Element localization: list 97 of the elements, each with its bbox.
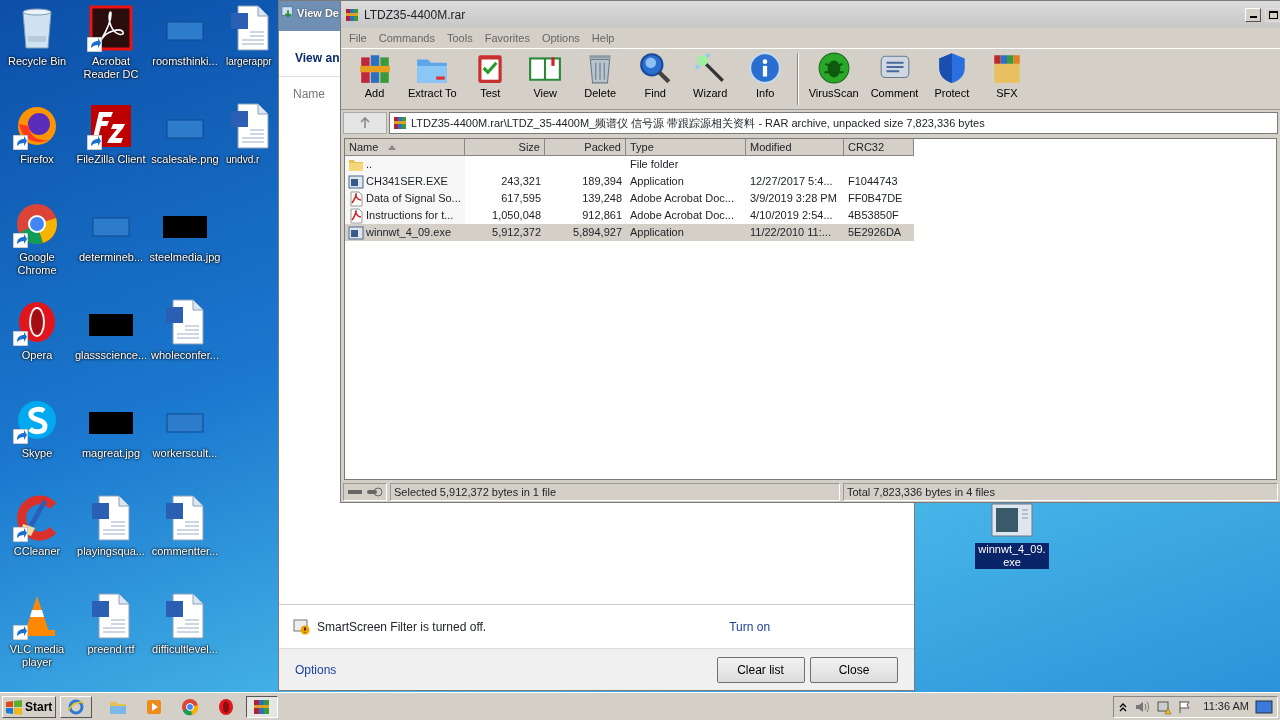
- address-field[interactable]: LTDZ35-4400M.rar\LTDZ_35-4400M_频谱仪 信号源 带跟踪源相关资料 - RAR archive, unpacked size 7,823,336 bytes: [389, 112, 1278, 134]
- options-link[interactable]: Options: [295, 660, 337, 679]
- application-icon[interactable]: [988, 500, 1036, 540]
- bug-icon: [816, 51, 851, 85]
- icon-label[interactable]: workerscult...: [152, 447, 218, 460]
- icon-label[interactable]: winnwt_4_09.exe: [975, 543, 1049, 569]
- archive-icon: [392, 115, 408, 131]
- table-cell-text: Adobe Acrobat Doc...: [629, 208, 735, 223]
- icon-label[interactable]: Recycle Bin: [7, 55, 67, 68]
- archive-icon: [344, 6, 360, 23]
- table-cell: 5,894,927: [545, 224, 626, 241]
- column-header: Name: [293, 87, 325, 101]
- icon-label[interactable]: Acrobat Reader DC: [74, 55, 148, 81]
- menu-item[interactable]: Tools: [441, 30, 479, 46]
- column-header[interactable]: Type: [626, 139, 746, 156]
- windows-logo-icon: [5, 698, 23, 715]
- column-header[interactable]: Name: [345, 139, 465, 156]
- maximize-button[interactable]: [1265, 7, 1280, 22]
- table-cell-text: 1,050,048: [491, 208, 542, 223]
- warning-shield-icon: [293, 618, 311, 635]
- drive-icon: [347, 487, 383, 497]
- pdf-icon: [348, 190, 364, 207]
- turn-on-link[interactable]: Turn on: [729, 617, 771, 636]
- table-cell-text: Application: [629, 174, 685, 189]
- file-name[interactable]: Instructions for t...: [345, 207, 465, 224]
- status-text: Total 7,823,336 bytes in 4 files: [843, 483, 1278, 501]
- icon-label[interactable]: Google Chrome: [0, 251, 74, 277]
- toolbar-button[interactable]: Protect: [924, 51, 980, 102]
- column-header[interactable]: CRC32: [844, 139, 914, 156]
- window-title: LTDZ35-4400M.rar: [364, 6, 467, 24]
- icon-label[interactable]: wholeconfer...: [151, 349, 219, 362]
- window-title: View De: [297, 6, 339, 21]
- status-text: Selected 5,912,372 bytes in 1 file: [390, 483, 840, 501]
- toolbar-button[interactable]: SFX: [979, 51, 1035, 102]
- icon-label[interactable]: roomsthinki...: [152, 55, 218, 68]
- icon-label[interactable]: Skype: [21, 447, 53, 460]
- close-button[interactable]: Close: [810, 656, 898, 683]
- icon-label[interactable]: Firefox: [20, 153, 54, 166]
- acrobat-icon[interactable]: [87, 4, 135, 52]
- column-header[interactable]: Packed: [545, 139, 626, 156]
- menu-item[interactable]: Help: [585, 30, 621, 46]
- table-cell-text: 4B53850F: [847, 208, 900, 223]
- clear-list-button[interactable]: Clear list: [716, 656, 805, 683]
- icon-label[interactable]: magreat.jpg: [81, 447, 141, 460]
- table-cell-text: F1044743: [847, 174, 899, 189]
- chrome-icon: [180, 696, 200, 717]
- table-cell-text: 139,248: [581, 191, 623, 206]
- table-cell-text: 4/10/2019 2:54...: [749, 208, 834, 223]
- table-cell-text: 243,321: [500, 174, 542, 189]
- column-header[interactable]: Modified: [746, 139, 844, 156]
- icon-label[interactable]: determineb...: [78, 251, 144, 264]
- file-name[interactable]: Data of Signal So...: [345, 190, 465, 207]
- info-icon: [748, 51, 783, 85]
- flag-icon[interactable]: [1177, 699, 1192, 714]
- icon-label[interactable]: playingsqua...: [77, 545, 145, 558]
- table-cell: 5,912,372: [465, 224, 545, 241]
- icon-label[interactable]: steelmedia.jpg: [149, 251, 221, 264]
- show-desktop-icon[interactable]: [1255, 699, 1273, 714]
- menu-item[interactable]: Commands: [372, 30, 441, 46]
- icon-label[interactable]: glassscience...: [74, 349, 148, 362]
- table-cell-text: 3/9/2019 3:28 PM: [749, 191, 838, 206]
- table-cell-text: 912,861: [581, 208, 623, 223]
- menu-item[interactable]: Favorites: [478, 30, 536, 46]
- table-cell-text: File folder: [629, 157, 680, 172]
- file-name[interactable]: winnwt_4_09.exe: [345, 224, 465, 241]
- table-cell: Application: [626, 224, 746, 241]
- menu-item[interactable]: File: [343, 30, 373, 46]
- volume-icon[interactable]: [1133, 699, 1150, 714]
- icon-label[interactable]: Opera: [21, 349, 53, 362]
- table-cell-text: 617,595: [500, 191, 542, 206]
- table-cell: 11/22/2010 11:...: [746, 224, 844, 241]
- arrow-up-icon: [359, 117, 371, 129]
- table-cell-text: Adobe Acrobat Doc...: [629, 191, 735, 206]
- application-icon: [348, 173, 364, 190]
- file-name[interactable]: CH341SER.EXE: [345, 173, 465, 190]
- table-cell-text: 189,394: [581, 174, 623, 189]
- download-icon: [281, 5, 295, 19]
- icon-label[interactable]: scalesale.png: [151, 153, 219, 166]
- menu-item[interactable]: Options: [535, 30, 586, 46]
- file-name[interactable]: ..: [345, 156, 465, 173]
- minimize-button[interactable]: [1245, 7, 1261, 22]
- start-button[interactable]: Start: [2, 695, 56, 718]
- icon-label[interactable]: undvd.r: [226, 153, 260, 166]
- icon-label[interactable]: CCleaner: [13, 545, 61, 558]
- icon-label[interactable]: largerappr: [226, 55, 272, 68]
- magnifier-icon: [638, 51, 673, 85]
- opera-icon: [216, 696, 236, 717]
- taskbar-button[interactable]: [246, 695, 278, 718]
- column-header[interactable]: Size: [465, 139, 545, 156]
- table-cell-text: 12/27/2017 5:4...: [749, 174, 834, 189]
- icon-label[interactable]: FileZilla Client: [76, 153, 146, 166]
- status-message: SmartScreen Filter is turned off.: [317, 618, 487, 636]
- table-cell: 5E2926DA: [844, 224, 914, 241]
- application-icon: [348, 224, 364, 241]
- chevron-up-icon[interactable]: [1117, 701, 1128, 712]
- pdf-icon: [348, 207, 364, 224]
- table-cell-text: FF0B47DE: [847, 191, 904, 206]
